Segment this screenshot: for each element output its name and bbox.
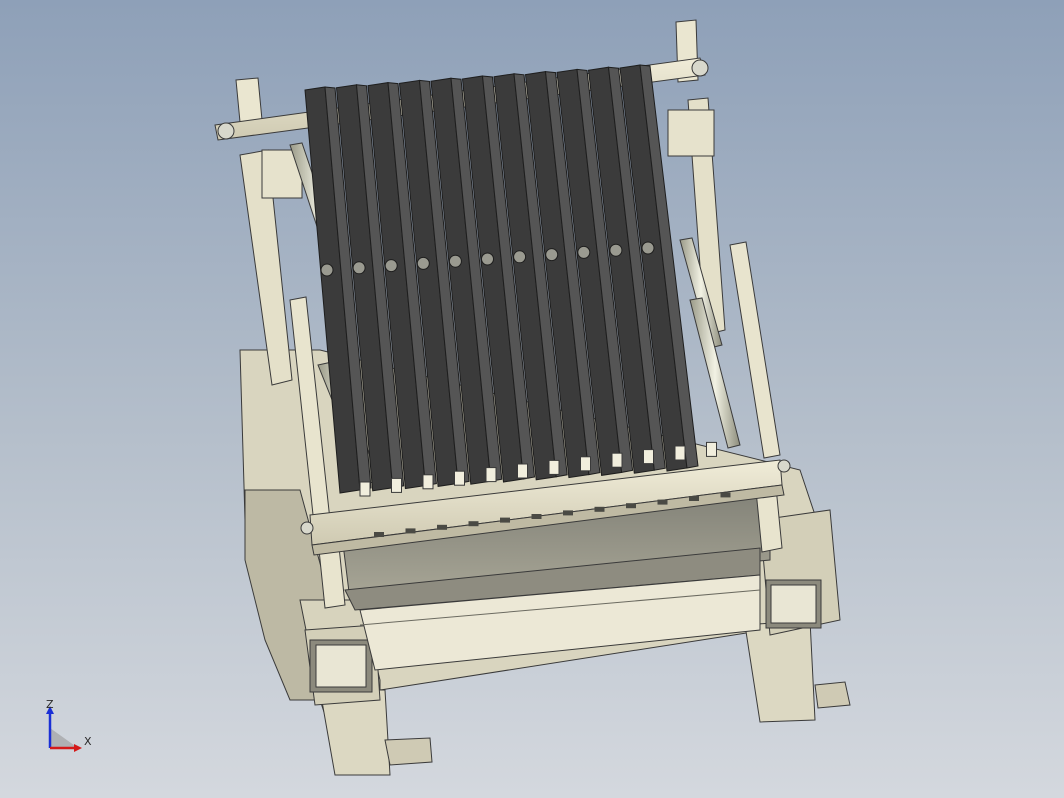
z-axis-label: Z [46, 698, 54, 711]
trough-slot [531, 514, 542, 519]
comb-slot-tab [580, 456, 591, 472]
trough-slot [657, 499, 668, 505]
plate-pin-hole [641, 241, 655, 255]
plate-pin-hole [320, 263, 334, 277]
trough-slot [720, 492, 731, 498]
comb-slot-tab [611, 452, 623, 468]
trough-slot [563, 510, 573, 516]
x-axis-label: X [84, 735, 92, 748]
trough-slot [374, 532, 384, 537]
plate-pin-hole [448, 254, 462, 268]
plate-pin-hole [609, 243, 623, 257]
plate-pin-hole [384, 259, 398, 273]
x-axis-head [74, 744, 82, 752]
plate-pin-hole [545, 248, 559, 262]
plate-pin-hole [481, 252, 494, 266]
comb-slot-tab [359, 481, 371, 497]
plate-pin-hole [513, 250, 527, 264]
plate-pin-hole [352, 261, 366, 275]
comb-slot-tab [485, 467, 497, 483]
trough-slot [626, 503, 636, 509]
comb-slot-tab [422, 474, 434, 490]
triad-plane [50, 728, 78, 748]
plate-pin-hole [577, 245, 591, 259]
trough-slot [405, 528, 416, 534]
comb-slot-tab [454, 470, 465, 486]
trough-slot [500, 517, 510, 523]
trough-slot [689, 496, 699, 501]
separator-plates [304, 64, 699, 494]
comb-slot-tab [643, 449, 654, 465]
comb-slot-tab [391, 477, 402, 493]
plate-pin-hole [416, 256, 430, 270]
cad-model-render[interactable] [0, 0, 1064, 798]
comb-slot-tab [517, 463, 528, 479]
trough-slot [594, 506, 605, 512]
trough-slot [437, 524, 447, 530]
comb-slot-tab [706, 441, 717, 457]
cad-3d-viewport[interactable]: Z X [0, 0, 1064, 798]
comb-slot-tab [548, 459, 560, 475]
comb-slot-tab [674, 445, 686, 461]
trough-slot [468, 521, 479, 527]
